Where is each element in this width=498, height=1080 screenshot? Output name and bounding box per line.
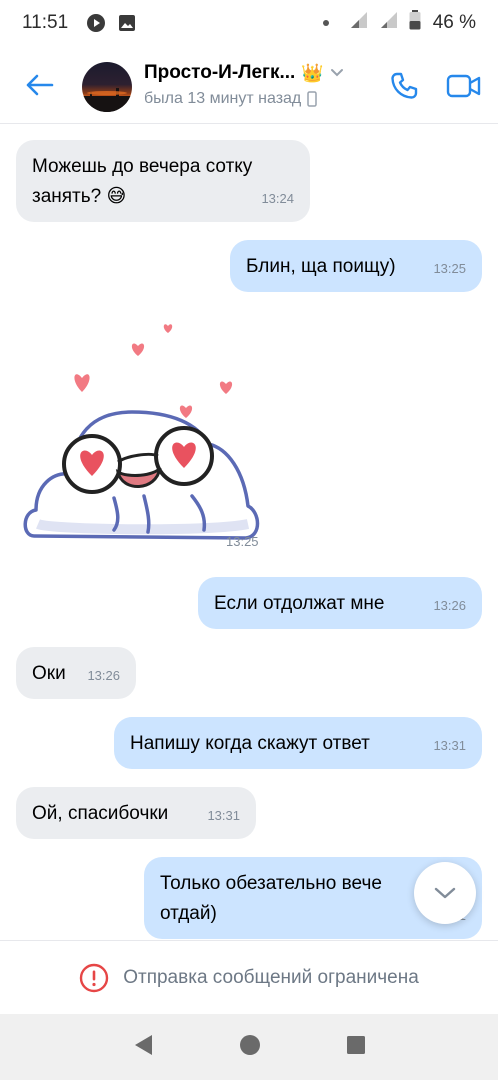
message-time: 13:24 (261, 191, 294, 206)
nav-home-button[interactable] (239, 1034, 261, 1061)
message-line: занять? 😅 (32, 186, 127, 207)
call-button[interactable] (384, 66, 424, 106)
outgoing-message[interactable]: Если отдолжат мне 13:26 (198, 577, 482, 629)
chat-header: Просто-И-Легк... 👑 была 13 минут назад (0, 46, 498, 124)
square-recents-icon (346, 1035, 365, 1054)
message-text: Ой, спасибочки (32, 803, 169, 824)
outgoing-message[interactable]: Блин, ща поищу) 13:25 (230, 240, 482, 292)
system-navigation-bar (0, 1014, 498, 1080)
phone-icon (391, 72, 418, 99)
incoming-message[interactable]: Ой, спасибочки 13:31 (16, 787, 256, 839)
outgoing-message[interactable]: Напишу когда скажут ответ 13:31 (114, 717, 482, 769)
play-notification-icon (86, 13, 106, 33)
status-time: 11:51 (22, 12, 69, 33)
status-bar: 11:51 46 % (0, 0, 498, 46)
love-eyes-sticker[interactable]: 13:25 (22, 316, 266, 549)
message-text: Если отдолжат мне (214, 593, 385, 614)
message-time: 13:26 (433, 598, 466, 613)
battery-icon (409, 10, 421, 36)
nav-recents-button[interactable] (346, 1035, 366, 1060)
signal-2-icon (379, 10, 399, 36)
scroll-down-button[interactable] (414, 862, 476, 924)
message-time: 13:31 (207, 808, 240, 823)
message-text: Оки (32, 663, 66, 684)
battery-percent: 46 % (432, 12, 476, 33)
chat-title-text: Просто-И-Легк... (144, 62, 296, 83)
notification-dot-icon (322, 20, 329, 26)
video-camera-icon (446, 74, 481, 98)
triangle-back-icon (135, 1034, 153, 1055)
incoming-message[interactable]: Можешь до вечера сотку занять? 😅 13:24 (16, 140, 310, 222)
back-button[interactable] (22, 68, 56, 102)
chat-title-block[interactable]: Просто-И-Легк... 👑 была 13 минут назад (144, 62, 344, 108)
video-call-button[interactable] (444, 66, 484, 106)
mobile-phone-icon (307, 91, 318, 107)
arrow-left-icon (26, 74, 54, 96)
avatar[interactable] (82, 62, 132, 112)
sticker-image (23, 324, 260, 540)
message-line: Можешь до вечера сотку (32, 156, 253, 177)
last-seen-text: была 13 минут назад (144, 90, 302, 107)
nav-back-button[interactable] (132, 1033, 154, 1062)
warning-icon (80, 963, 109, 992)
message-time: 13:31 (433, 738, 466, 753)
incoming-message[interactable]: Оки 13:26 (16, 647, 136, 699)
chat-subtitle: была 13 минут назад (144, 90, 344, 108)
notice-text: Отправка сообщений ограничена (123, 966, 419, 988)
chevron-down-icon (434, 887, 456, 899)
message-time: 13:25 (226, 534, 259, 549)
message-text: Напишу когда скажут ответ (130, 733, 370, 754)
message-time: 13:26 (87, 668, 120, 683)
chevron-down-icon (330, 69, 343, 77)
message-text: Блин, ща поищу) (246, 256, 396, 277)
message-time: 13:25 (433, 261, 466, 276)
circle-home-icon (239, 1034, 260, 1055)
crown-icon: 👑 (301, 62, 324, 83)
chat-title: Просто-И-Легк... 👑 (144, 62, 344, 84)
messaging-restricted-notice: Отправка сообщений ограничена (0, 940, 498, 1014)
gallery-notification-icon (118, 14, 136, 32)
signal-icon (349, 10, 369, 36)
